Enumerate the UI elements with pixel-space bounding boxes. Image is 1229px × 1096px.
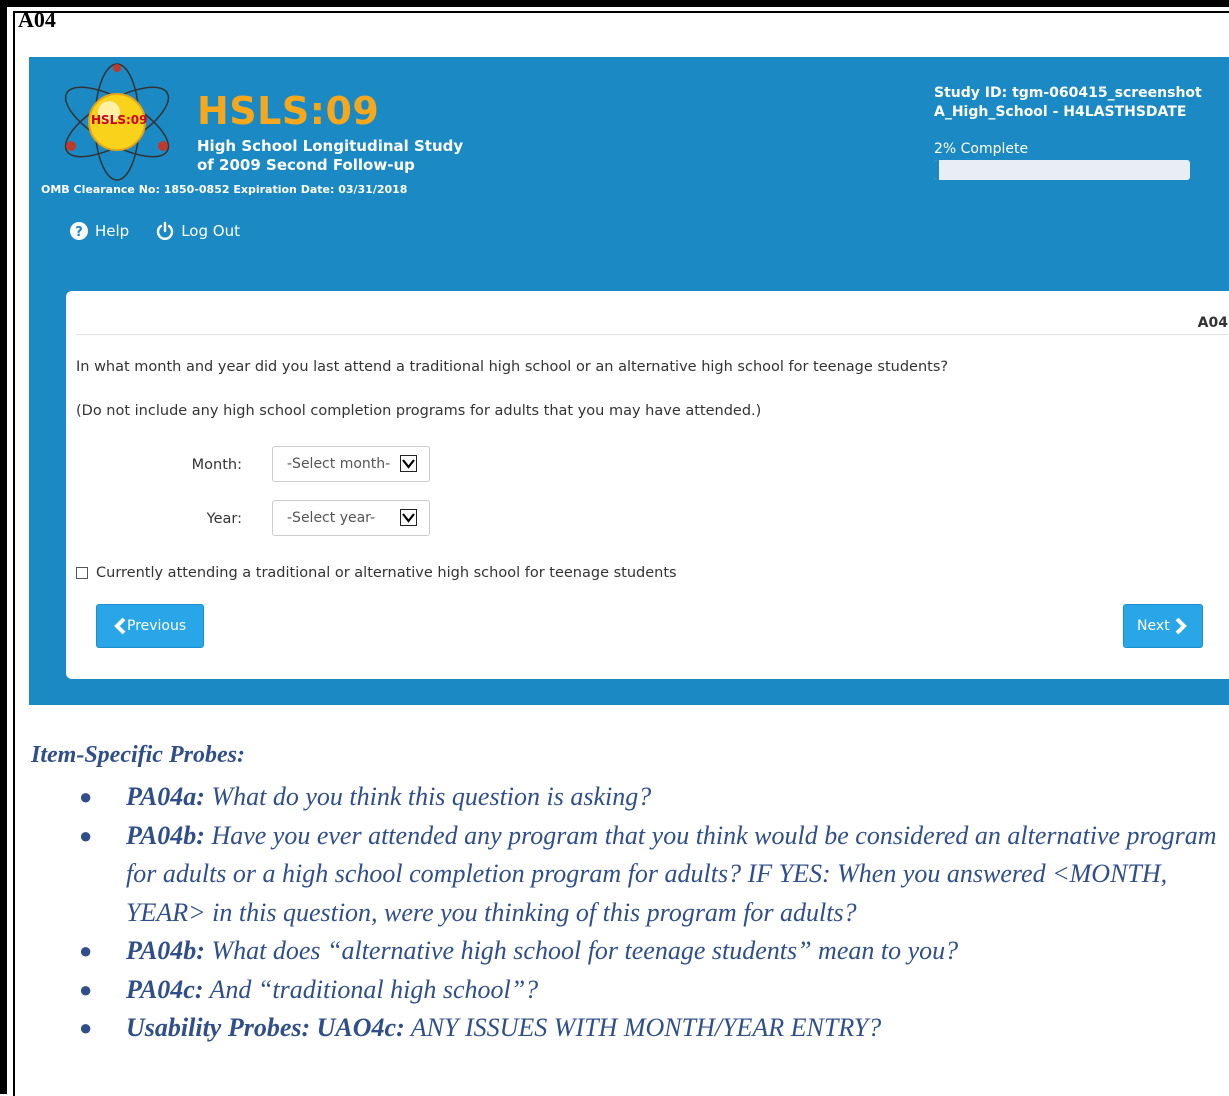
- progress-bar: [934, 160, 1190, 180]
- brand-subtitle: High School Longitudinal Study of 2009 S…: [197, 137, 463, 175]
- year-select-value: -Select year-: [287, 510, 376, 526]
- header-nav: ? Help Log Out: [69, 221, 266, 241]
- bullet-icon: ●: [79, 1015, 93, 1040]
- probe-code: PA04b:: [126, 936, 205, 965]
- chevron-left-icon: [114, 617, 126, 635]
- help-link[interactable]: ? Help: [69, 221, 129, 241]
- bullet-icon: ●: [79, 822, 93, 848]
- probe-item: ● PA04b: What does “alternative high scho…: [31, 932, 1229, 971]
- year-select[interactable]: -Select year-: [272, 500, 430, 536]
- probe-text: What do you think this question is askin…: [204, 782, 652, 811]
- question-text: In what month and year did you last atte…: [76, 359, 949, 375]
- study-info: Study ID: tgm-060415_screenshot A_High_S…: [934, 84, 1229, 122]
- probe-code: Usability Probes: UAO4c:: [126, 1013, 405, 1042]
- probe-code: PA04b:: [126, 820, 205, 850]
- next-label: Next: [1137, 618, 1170, 634]
- currently-attending-label: Currently attending a traditional or alt…: [96, 565, 677, 581]
- month-select[interactable]: -Select month-: [272, 446, 430, 482]
- brand-subtitle-line2: of 2009 Second Follow-up: [197, 156, 415, 174]
- previous-button[interactable]: Previous: [96, 604, 204, 648]
- probe-text: And “traditional high school”?: [203, 974, 539, 1004]
- probe-code: PA04a:: [126, 782, 205, 811]
- probe-item: ● PA04c: And “traditional high school”?: [31, 971, 1229, 1010]
- probe-code: PA04c:: [126, 974, 204, 1004]
- document-item-label: A04: [18, 7, 56, 32]
- next-button[interactable]: Next: [1123, 604, 1203, 648]
- probe-list: ● PA04a: What do you think this question …: [31, 778, 1229, 1048]
- question-card: A04 In what month and year did you last …: [66, 291, 1229, 679]
- bullet-icon: ●: [79, 938, 93, 963]
- month-label: Month:: [191, 457, 242, 473]
- currently-attending-option[interactable]: Currently attending a traditional or alt…: [76, 565, 677, 581]
- year-label: Year:: [206, 511, 242, 527]
- probe-item: ● PA04b: Have you ever attended any progr…: [31, 817, 1229, 933]
- question-circle-icon: ?: [70, 222, 88, 240]
- logout-label: Log Out: [181, 222, 240, 240]
- bullet-icon: ●: [79, 784, 93, 809]
- probe-text: Have you ever attended any program that …: [126, 820, 1217, 927]
- month-select-value: -Select month-: [287, 456, 391, 472]
- probes-title: Item-Specific Probes:: [31, 742, 245, 768]
- logo-text: HSLS:09: [91, 113, 148, 127]
- progress-bar-fill: [934, 160, 940, 180]
- question-id: A04: [1197, 315, 1228, 331]
- svg-text:?: ?: [75, 225, 83, 240]
- power-icon: [157, 221, 174, 240]
- omb-clearance: OMB Clearance No: 1850-0852 Expiration D…: [41, 183, 408, 196]
- probe-item: ● Usability Probes: UAO4c: ANY ISSUES WIT…: [31, 1009, 1229, 1048]
- help-label: Help: [95, 222, 130, 240]
- brand-title: HSLS:09: [197, 89, 380, 133]
- probe-text: ANY ISSUES WITH MONTH/YEAR ENTRY?: [404, 1013, 882, 1042]
- logout-link[interactable]: Log Out: [155, 221, 240, 241]
- question-note: (Do not include any high school completi…: [76, 403, 762, 419]
- progress-text: 2% Complete: [934, 141, 1029, 157]
- chevron-right-icon: [1175, 617, 1187, 635]
- divider: [76, 334, 1228, 335]
- study-id: Study ID: tgm-060415_screenshot: [934, 85, 1202, 101]
- survey-screen: HSLS:09 HSLS:09 High School Longitudinal…: [29, 57, 1229, 705]
- bullet-icon: ●: [79, 976, 93, 1002]
- item-specific-probes: Item-Specific Probes: ● PA04a: What do yo…: [31, 740, 1229, 1048]
- section-name: A_High_School - H4LASTHSDATE: [934, 104, 1187, 120]
- chevron-down-icon: [400, 455, 417, 472]
- chevron-down-icon: [400, 509, 417, 526]
- probe-item: ● PA04a: What do you think this question …: [31, 778, 1229, 817]
- currently-attending-checkbox[interactable]: [76, 567, 88, 579]
- probe-text: What does “alternative high school for t…: [204, 936, 959, 965]
- brand-subtitle-line1: High School Longitudinal Study: [197, 137, 464, 155]
- previous-label: Previous: [127, 618, 187, 634]
